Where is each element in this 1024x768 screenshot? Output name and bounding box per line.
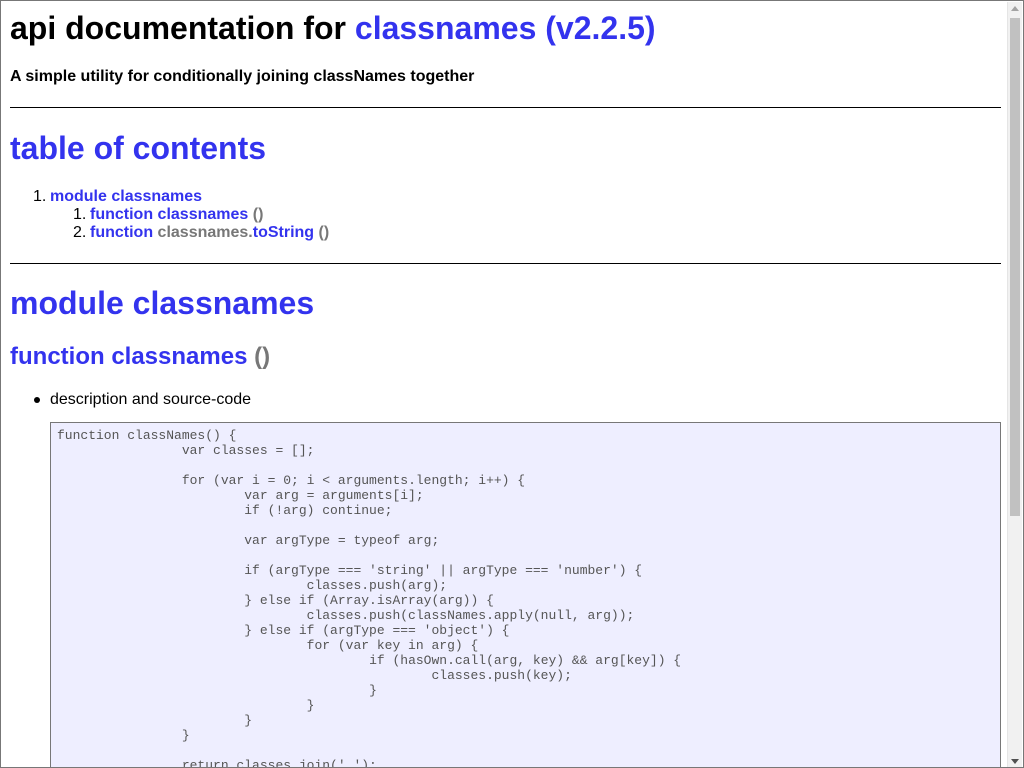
section-label: description and source-code [50, 391, 252, 408]
scrollbar-thumb[interactable] [1010, 18, 1020, 516]
code-line: for (var i = 0; i < arguments.length; i+… [57, 473, 526, 488]
toc-link-function-tostring[interactable]: function classnames.toString () [90, 224, 329, 242]
toc-link-parens: () [252, 206, 264, 223]
function-keyword: function [10, 343, 105, 370]
code-line: } else if (argType === 'object') { [57, 623, 510, 638]
toc-link-name: classnames [111, 188, 203, 205]
divider [10, 107, 1001, 108]
toc-item-number: 1. [73, 206, 87, 223]
toc-link-name: classnames [157, 206, 249, 223]
toc-link-owner: classnames. [157, 224, 253, 241]
function-heading[interactable]: function classnames () [10, 343, 270, 371]
scroll-up-arrow-icon[interactable] [1011, 6, 1019, 11]
code-line: if (argType === 'string' || argType === … [57, 563, 643, 578]
module-heading[interactable]: module classnames [10, 284, 314, 322]
code-line: } [57, 698, 315, 713]
package-name-link[interactable]: classnames (v2.2.5) [355, 10, 656, 46]
toc-link-parens: () [318, 224, 330, 241]
toc-link-keyword: function [90, 224, 154, 241]
toc-link-keyword: function [90, 206, 154, 223]
code-line: var arg = arguments[i]; [57, 488, 424, 503]
code-line: } [57, 713, 253, 728]
code-line: } else if (Array.isArray(arg)) { [57, 593, 494, 608]
page-title: api documentation for classnames (v2.2.5… [10, 9, 656, 47]
toc-item-number: 1. [33, 188, 47, 205]
function-parens: () [254, 343, 271, 370]
code-line: classes.push(arg); [57, 578, 448, 593]
function-name: classnames [111, 343, 248, 370]
package-description: A simple utility for conditionally joini… [10, 68, 475, 85]
divider [10, 263, 1001, 264]
scroll-down-arrow-icon[interactable] [1011, 759, 1019, 764]
toc-link-name: toString [252, 224, 315, 241]
page-title-prefix: api documentation for [10, 10, 346, 46]
toc-heading: table of contents [10, 130, 267, 166]
code-line: var classes = []; [57, 443, 315, 458]
code-line: return classes.join(' '); [57, 758, 377, 768]
toc-link-keyword: module [50, 188, 107, 205]
toc-link-function-classnames[interactable]: function classnames () [90, 206, 263, 224]
bullet-icon [34, 397, 40, 403]
vertical-scrollbar[interactable] [1007, 2, 1022, 767]
code-line: } [57, 683, 377, 698]
browser-viewport: api documentation for classnames (v2.2.5… [0, 0, 1024, 768]
code-line: for (var key in arg) { [57, 638, 479, 653]
code-line: function classNames() { [57, 428, 237, 443]
toc-link-module-classnames[interactable]: module classnames [50, 188, 202, 206]
code-line: classes.push(classNames.apply(null, arg)… [57, 608, 635, 623]
toc-item-number: 2. [73, 224, 87, 241]
source-code-block: function classNames() { var classes = []… [50, 422, 1001, 768]
code-line: } [57, 728, 190, 743]
code-line: classes.push(key); [57, 668, 572, 683]
code-line: if (!arg) continue; [57, 503, 393, 518]
code-line: var argType = typeof arg; [57, 533, 440, 548]
code-line: if (hasOwn.call(arg, key) && arg[key]) { [57, 653, 682, 668]
